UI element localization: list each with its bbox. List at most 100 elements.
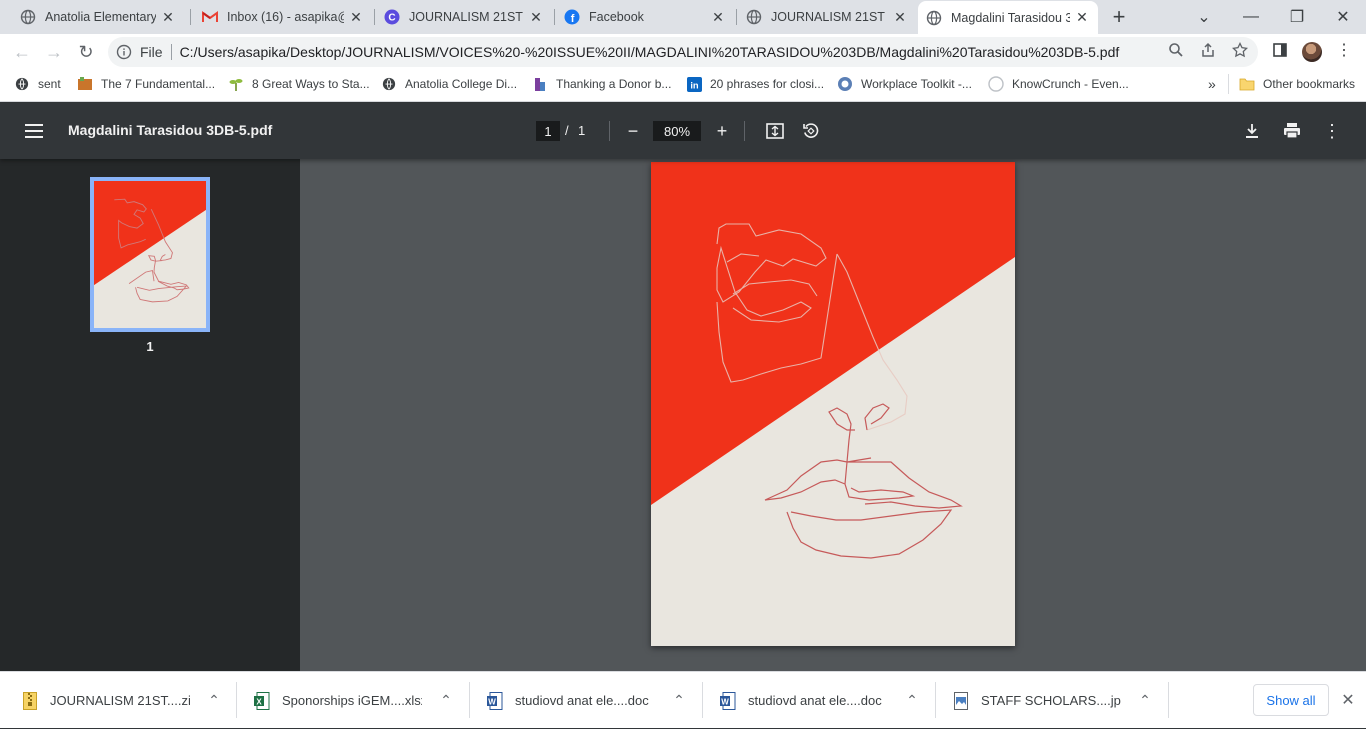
bookmark-star-icon[interactable] [1228,38,1252,62]
word-file-icon: W [720,691,736,710]
minimize-button[interactable]: — [1237,4,1265,30]
bookmark-knowcrunch[interactable]: KnowCrunch - Even... [988,70,1129,98]
svg-text:C: C [388,13,395,24]
close-shelf-icon[interactable]: ✕ [1338,690,1358,710]
zoom-icon[interactable] [1164,38,1188,62]
close-tab-icon[interactable]: ✕ [348,9,364,25]
more-options-icon[interactable]: ⋮ [1320,119,1344,143]
page-thumbnail[interactable] [90,177,210,332]
restore-button[interactable]: ❐ [1283,4,1311,30]
profile-avatar[interactable] [1302,42,1322,62]
share-icon[interactable] [1196,38,1220,62]
chevron-up-icon[interactable]: ⌃ [669,692,689,709]
pdf-document-title: Magdalini Tarasidou 3DB-5.pdf [68,122,273,138]
download-filename: STAFF SCHOLARS....jpg [981,693,1121,708]
pdf-viewer-area[interactable] [300,159,1366,671]
chrome-menu-icon[interactable]: ⋮ [1332,38,1356,62]
tab-title: Anatolia Elementary S [45,10,156,24]
svg-text:W: W [721,697,729,706]
canva-icon: C [384,9,400,25]
svg-text:W: W [488,697,496,706]
plant-icon [228,76,244,92]
close-tab-icon[interactable]: ✕ [160,9,176,25]
download-item[interactable]: X Sponorships iGEM....xlsx ⌃ [254,672,456,729]
rotate-icon[interactable] [799,119,823,143]
tab-facebook[interactable]: f Facebook ✕ [556,0,734,34]
download-item[interactable]: JOURNALISM 21ST....zip ⌃ [22,672,224,729]
other-bookmarks[interactable]: Other bookmarks [1228,74,1355,94]
new-tab-button[interactable]: + [1105,4,1133,30]
download-item[interactable]: W studiovd anat ele....doc ⌃ [487,672,689,729]
tab-magdalini-active[interactable]: Magdalini Tarasidou 3 ✕ [918,1,1098,34]
bookmark-anatolia-college[interactable]: Anatolia College Di... [381,70,517,98]
fit-to-page-icon[interactable] [763,119,787,143]
thumbnail-page-number: 1 [146,339,154,354]
tab-inbox[interactable]: Inbox (16) - asapika@ ✕ [194,0,372,34]
word-file-icon: W [487,691,503,710]
facebook-icon: f [564,9,580,25]
download-filename: Sponorships iGEM....xlsx [282,693,422,708]
chevron-up-icon[interactable]: ⌃ [436,692,456,709]
side-panel-icon[interactable] [1268,38,1292,62]
bookmark-sent[interactable]: sent [14,70,61,98]
download-shelf: JOURNALISM 21ST....zip ⌃ X Sponorships i… [0,671,1366,728]
url-text[interactable]: C:/Users/asapika/Desktop/JOURNALISM/VOIC… [180,44,1258,60]
close-tab-icon[interactable]: ✕ [892,9,908,25]
total-pages: 1 [578,123,586,138]
bookmark-label: sent [38,77,61,91]
close-tab-icon[interactable]: ✕ [528,9,544,25]
download-icon[interactable] [1240,119,1264,143]
url-scheme: File [140,44,163,60]
zoom-level-input[interactable]: 80% [653,121,701,141]
pdf-menu-icon[interactable] [22,119,46,143]
chevron-up-icon[interactable]: ⌃ [902,692,922,709]
bookmark-label: KnowCrunch - Even... [1012,77,1129,91]
svg-text:f: f [571,13,575,25]
globe-icon [926,10,942,26]
bookmark-favicon-icon [77,76,93,92]
tab-title: Facebook [589,10,644,24]
bookmarks-overflow-button[interactable]: » [1208,70,1216,98]
globe-icon [837,76,853,92]
close-tab-icon[interactable]: ✕ [710,9,726,25]
forward-button[interactable]: → [40,38,68,66]
reload-button[interactable]: ↻ [72,38,100,66]
tab-title: Magdalini Tarasidou 3 [951,10,1070,25]
close-window-button[interactable]: ✕ [1329,4,1357,30]
folder-icon [1239,76,1255,92]
bookmark-label: Anatolia College Di... [405,77,518,91]
tab-title: Inbox (16) - asapika@ [227,10,344,24]
zoom-in-icon[interactable]: + [710,119,734,143]
download-item[interactable]: W studiovd anat ele....doc ⌃ [720,672,922,729]
bookmark-7-fundamental[interactable]: The 7 Fundamental... [77,70,215,98]
tab-strip: Anatolia Elementary S ✕ Inbox (16) - asa… [0,0,1366,34]
info-icon[interactable] [116,44,132,60]
page-number-input[interactable]: 1 [536,121,560,141]
bookmark-workplace-toolkit[interactable]: Workplace Toolkit -... [837,70,972,98]
chevron-up-icon[interactable]: ⌃ [204,692,224,709]
download-item[interactable]: STAFF SCHOLARS....jpg ⌃ [953,672,1155,729]
print-icon[interactable] [1280,119,1304,143]
gmail-icon [202,9,218,25]
chevron-up-icon[interactable]: ⌃ [1135,692,1155,709]
tab-anatolia-elementary[interactable]: Anatolia Elementary S ✕ [12,0,184,34]
bookmark-20-phrases[interactable]: in 20 phrases for closi... [686,70,824,98]
bookmark-label: 8 Great Ways to Sta... [252,77,370,91]
zip-file-icon [22,691,38,710]
bookmark-thanking-donor[interactable]: Thanking a Donor b... [532,70,671,98]
back-button[interactable]: ← [8,38,36,66]
tab-title: JOURNALISM 21ST CE [409,10,524,24]
pdf-thumbnail-sidebar: 1 [0,159,300,671]
download-filename: studiovd anat ele....doc [748,693,882,708]
artwork-image [651,162,1015,646]
address-bar[interactable]: File C:/Users/asapika/Desktop/JOURNALISM… [108,37,1258,67]
show-all-button[interactable]: Show all [1253,684,1329,716]
tab-journalism-canva[interactable]: C JOURNALISM 21ST CE ✕ [376,0,552,34]
close-tab-icon[interactable]: ✕ [1074,9,1090,26]
svg-text:in: in [690,80,699,90]
linkedin-icon: in [686,76,702,92]
tab-search-button[interactable]: ⌄ [1190,4,1218,30]
zoom-out-icon[interactable]: − [621,119,645,143]
tab-journalism[interactable]: JOURNALISM 21ST CE ✕ [738,0,916,34]
bookmark-8-great-ways[interactable]: 8 Great Ways to Sta... [228,70,370,98]
